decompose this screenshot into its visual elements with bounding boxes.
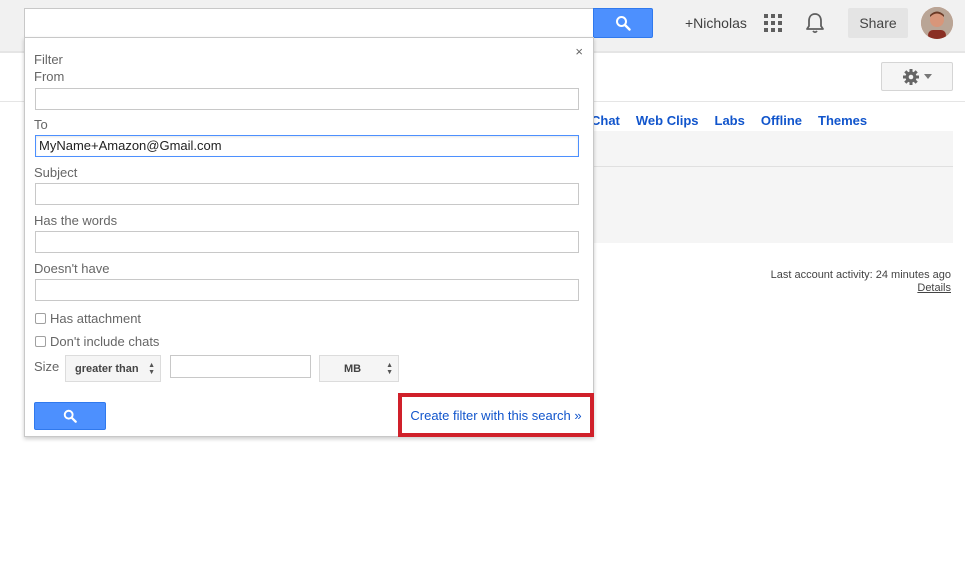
chevron-down-icon	[924, 74, 932, 79]
notifications-bell-icon[interactable]	[804, 11, 826, 35]
dont-include-chats-row[interactable]: Don't include chats	[35, 334, 159, 349]
size-unit-select[interactable]: MB ▲ ▼	[319, 355, 399, 382]
filter-search-button[interactable]	[34, 402, 106, 430]
close-icon[interactable]: ×	[575, 44, 583, 59]
has-attachment-checkbox[interactable]	[35, 313, 46, 324]
tab-labs[interactable]: Labs	[715, 113, 745, 128]
search-button[interactable]	[593, 8, 653, 38]
has-attachment-label: Has attachment	[50, 311, 142, 326]
has-words-field[interactable]	[35, 231, 579, 253]
settings-gear-button[interactable]	[881, 62, 953, 91]
has-attachment-row[interactable]: Has attachment	[35, 311, 141, 326]
avatar[interactable]	[921, 7, 953, 39]
filter-title: Filter	[34, 52, 63, 67]
tab-themes[interactable]: Themes	[818, 113, 867, 128]
search-icon	[63, 409, 77, 423]
search-input[interactable]	[24, 8, 594, 38]
settings-panel	[594, 131, 953, 243]
settings-tabs: Chat Web Clips Labs Offline Themes	[591, 113, 883, 128]
doesnt-have-label: Doesn't have	[34, 261, 110, 276]
search-icon	[616, 16, 631, 31]
from-label: From	[34, 69, 65, 84]
size-unit-value: MB	[344, 362, 362, 375]
size-label: Size	[34, 359, 60, 374]
dont-include-chats-label: Don't include chats	[50, 334, 160, 349]
size-value-input[interactable]	[170, 355, 311, 378]
create-filter-highlight: Create filter with this search »	[398, 393, 594, 437]
has-words-label: Has the words	[34, 213, 118, 228]
share-button[interactable]: Share	[848, 8, 908, 38]
select-arrows-icon: ▲ ▼	[148, 361, 155, 376]
gear-icon	[903, 68, 919, 85]
subject-label: Subject	[34, 165, 78, 180]
filter-dropdown: × Filter From To MyName+Amazon@Gmail.com…	[24, 37, 594, 437]
last-account-activity: Last account activity: 24 minutes ago	[770, 269, 951, 281]
subject-field[interactable]	[35, 183, 579, 205]
tab-chat[interactable]: Chat	[591, 113, 620, 128]
dont-include-chats-checkbox[interactable]	[35, 336, 46, 347]
apps-grid-icon[interactable]	[764, 14, 782, 32]
from-field[interactable]	[35, 88, 579, 110]
tab-offline[interactable]: Offline	[761, 113, 802, 128]
to-field[interactable]: MyName+Amazon@Gmail.com	[35, 135, 579, 157]
to-label: To	[34, 117, 48, 132]
doesnt-have-field[interactable]	[35, 279, 579, 301]
details-link[interactable]: Details	[917, 282, 951, 294]
create-filter-link[interactable]: Create filter with this search »	[410, 408, 581, 423]
avatar-photo-icon	[921, 7, 953, 39]
size-operator-value: greater than	[75, 362, 139, 375]
select-arrows-icon: ▲ ▼	[386, 361, 393, 376]
plus-profile-link[interactable]: +Nicholas	[685, 15, 747, 31]
tab-web-clips[interactable]: Web Clips	[636, 113, 699, 128]
divider	[594, 166, 953, 167]
size-operator-select[interactable]: greater than ▲ ▼	[65, 355, 161, 382]
